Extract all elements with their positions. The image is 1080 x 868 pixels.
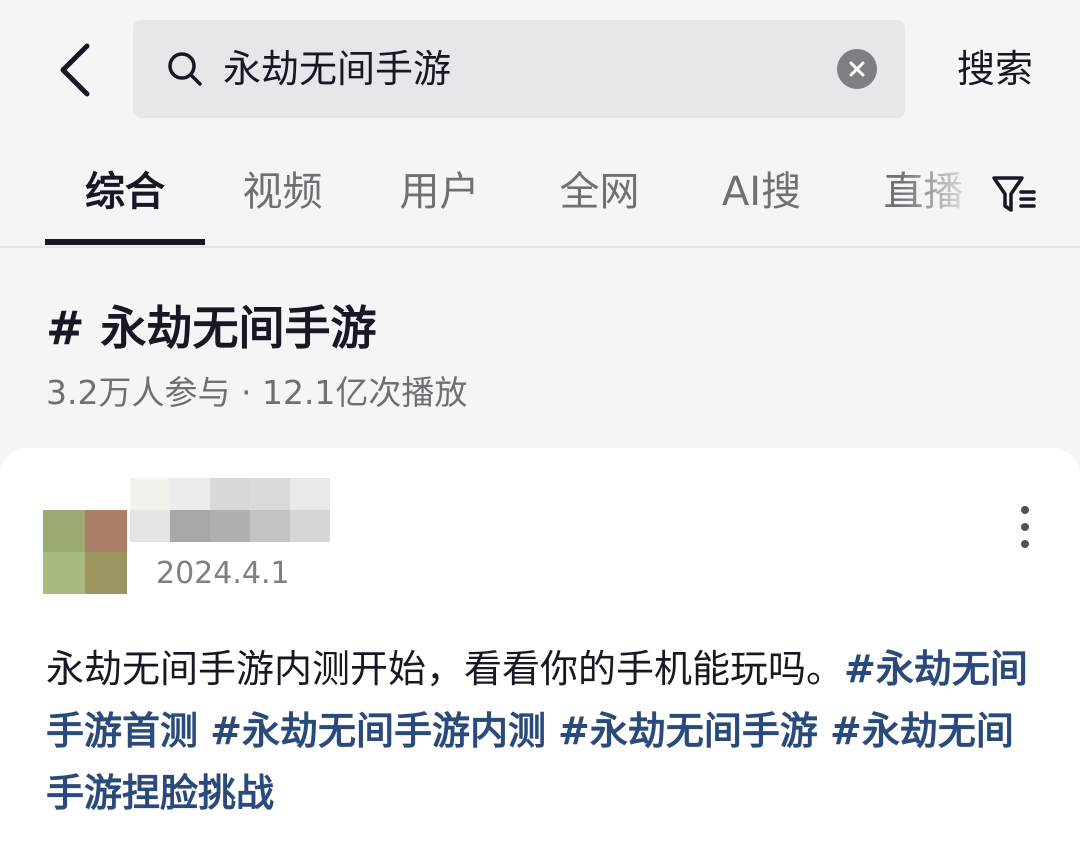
tab-comprehensive[interactable]: 综合 xyxy=(45,140,205,246)
hashtag-title[interactable]: # 永劫无间手游 xyxy=(46,292,377,358)
username-redacted[interactable] xyxy=(130,478,330,542)
clear-icon xyxy=(849,61,865,77)
hashtag-link[interactable]: #永劫无间手游 xyxy=(558,709,818,753)
more-vertical-icon xyxy=(1021,506,1029,514)
hashtag-stats: 3.2万人参与 · 12.1亿次播放 xyxy=(46,373,468,412)
tab-web[interactable]: 全网 xyxy=(522,140,677,246)
clear-search-button[interactable] xyxy=(837,49,877,89)
tab-users[interactable]: 用户 xyxy=(362,140,517,246)
more-options-button[interactable] xyxy=(1004,506,1046,548)
hashtag-link[interactable]: #永劫无间手游内测 xyxy=(210,709,546,753)
post-caption: 永劫无间手游内测开始，看看你的手机能玩吗。#永劫无间手游首测 #永劫无间手游内测… xyxy=(46,638,1036,824)
search-box[interactable]: 永劫无间手游 xyxy=(133,20,905,118)
search-header: 永劫无间手游 搜索 xyxy=(0,0,1080,140)
avatar[interactable] xyxy=(43,510,127,594)
search-tabs: 综合 视频 用户 全网 AI搜 直播 xyxy=(0,140,1080,248)
post-date: 2024.4.1 xyxy=(156,556,290,591)
post-card[interactable]: 2024.4.1 永劫无间手游内测开始，看看你的手机能玩吗。#永劫无间手游首测 … xyxy=(0,448,1080,868)
post-caption-text: 永劫无间手游内测开始，看看你的手机能玩吗。 xyxy=(46,647,845,691)
active-tab-indicator xyxy=(45,239,205,245)
filter-icon[interactable] xyxy=(988,168,1040,220)
hashtag-header: # 永劫无间手游 3.2万人参与 · 12.1亿次播放 xyxy=(0,248,1080,448)
tab-overflow-fade xyxy=(900,140,980,244)
search-submit-button[interactable]: 搜索 xyxy=(935,20,1055,118)
search-input[interactable]: 永劫无间手游 xyxy=(223,20,823,118)
tab-ai-search[interactable]: AI搜 xyxy=(684,140,839,246)
search-icon xyxy=(168,52,202,86)
back-button[interactable] xyxy=(40,30,110,110)
tab-video[interactable]: 视频 xyxy=(205,140,360,246)
back-chevron-icon xyxy=(60,43,90,97)
